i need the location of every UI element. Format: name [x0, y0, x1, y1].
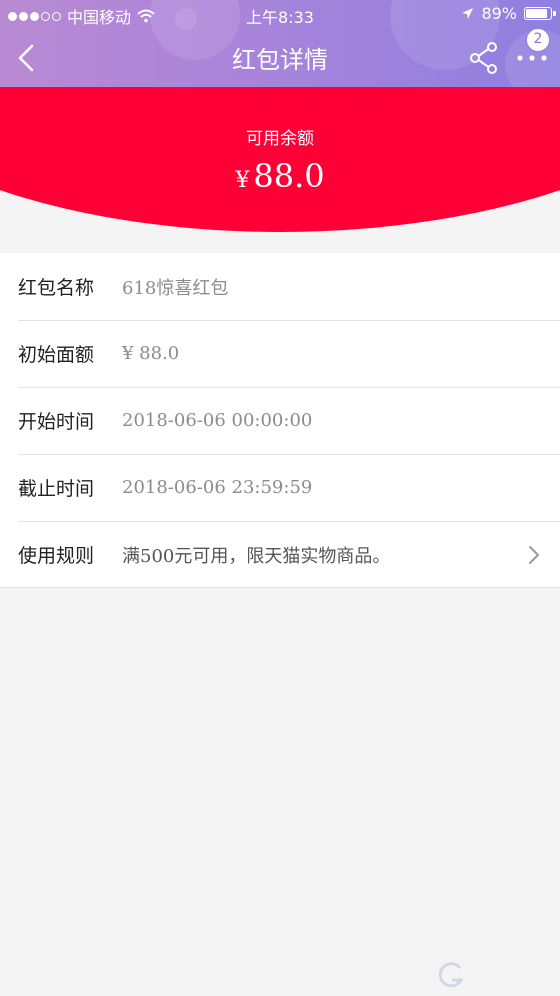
nav-bar: 红包详情 2: [0, 28, 560, 87]
balance-label: 可用余额: [246, 129, 314, 149]
detail-row-usage-rules[interactable]: 使用规则 满500元可用，限天猫实物商品。: [0, 521, 560, 588]
detail-list: 红包名称 618惊喜红包 初始面额 ¥ 88.0 开始时间 2018-06-06…: [0, 253, 560, 588]
location-arrow-icon: [462, 8, 474, 19]
share-icon[interactable]: [468, 41, 500, 75]
detail-row-initial-amount: 初始面额 ¥ 88.0: [0, 320, 560, 387]
row-value: 2018-06-06 00:00:00: [122, 410, 313, 431]
detail-row-start-time: 开始时间 2018-06-06 00:00:00: [0, 387, 560, 454]
row-label: 开始时间: [18, 411, 95, 433]
row-value: 2018-06-06 23:59:59: [122, 477, 313, 498]
list-divider: [0, 587, 560, 588]
balance-number: 88.0: [253, 157, 325, 195]
row-label: 使用规则: [18, 545, 95, 567]
watermark-logo: [436, 958, 556, 992]
battery-icon: [524, 7, 556, 20]
row-value: ¥ 88.0: [122, 343, 180, 364]
detail-row-name: 红包名称 618惊喜红包: [0, 253, 560, 320]
notification-badge: 2: [526, 28, 550, 52]
battery-percent: 89%: [481, 4, 517, 23]
status-right: 89%: [461, 4, 556, 23]
status-bar: 中国移动 上午8:33 89%: [0, 0, 560, 28]
chevron-right-icon: [529, 546, 539, 564]
row-label: 初始面额: [18, 344, 95, 366]
logo-icon: [438, 962, 464, 988]
currency-symbol: ¥: [235, 168, 250, 193]
battery-fill: [526, 9, 548, 18]
detail-row-end-time: 截止时间 2018-06-06 23:59:59: [0, 454, 560, 521]
row-label: 红包名称: [18, 277, 95, 299]
header: 中国移动 上午8:33 89% 红包详情 2: [0, 0, 560, 87]
row-label: 截止时间: [18, 478, 95, 500]
balance-amount: ¥88.0: [0, 157, 560, 195]
row-value: 618惊喜红包: [122, 277, 229, 299]
row-value: 满500元可用，限天猫实物商品。: [122, 545, 391, 567]
balance-card: 可用余额 ¥88.0: [0, 87, 560, 237]
